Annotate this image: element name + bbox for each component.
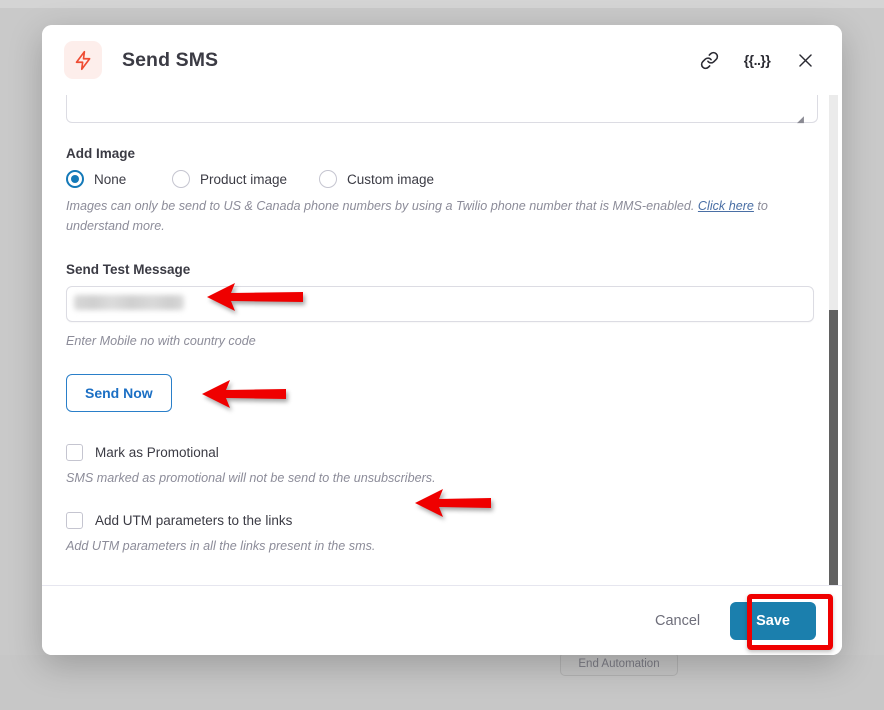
radio-circle-none [66,170,84,188]
sms-message-textarea[interactable] [66,95,818,123]
cancel-button[interactable]: Cancel [651,607,704,635]
backdrop-lower-panel [0,655,884,710]
modal-header: Send SMS {{..}} [42,25,842,95]
close-icon[interactable] [792,47,818,73]
add-image-helper-text: Images can only be send to US & Canada p… [66,197,811,236]
send-test-message-section: Send Test Message Enter Mobile no with c… [66,262,818,352]
add-utm-parameters-checkbox-row[interactable]: Add UTM parameters to the links [66,512,818,530]
send-now-section: Send Now [66,373,818,412]
radio-option-custom-image[interactable]: Custom image [319,170,434,188]
utm-section: Add UTM parameters to the links Add UTM … [66,512,818,557]
utm-helper-text: Add UTM parameters in all the links pres… [66,539,376,554]
merge-tag-icon[interactable]: {{..}} [743,47,771,73]
click-here-link[interactable]: Click here [698,199,754,213]
body-scrollbar-thumb[interactable] [829,310,838,585]
mark-as-promotional-checkbox [66,443,83,461]
add-image-helper-prefix: Images can only be send to US & Canada p… [66,199,698,213]
promotional-helper-text: SMS marked as promotional will not be se… [66,470,436,485]
radio-label-custom-image: Custom image [347,171,435,187]
mark-as-promotional-label: Mark as Promotional [95,444,219,460]
send-now-button[interactable]: Send Now [66,373,172,412]
radio-option-none[interactable]: None [66,170,172,188]
header-actions: {{..}} [696,47,818,73]
textarea-resize-handle[interactable]: ◢ [797,115,806,124]
radio-label-product-image: Product image [200,171,288,187]
radio-label-none: None [94,171,127,187]
lightning-bolt-icon [64,41,102,79]
radio-option-product-image[interactable]: Product image [172,170,319,188]
add-image-radio-group: None Product image Custom image [66,170,818,188]
add-image-section: Add Image None Product image Custom imag… [66,146,818,236]
add-utm-parameters-label: Add UTM parameters to the links [95,513,293,529]
test-phone-input[interactable] [66,286,814,323]
modal-footer: Cancel Save [42,585,842,655]
modal-body: ◢ Add Image None Product image Custom im… [42,95,842,585]
add-utm-parameters-checkbox [66,512,83,530]
add-image-label: Add Image [66,146,136,161]
background-node-end-automation[interactable]: End Automation [560,652,678,676]
radio-circle-product-image [172,170,190,188]
page-title: Send SMS [122,48,219,71]
save-button[interactable]: Save [730,601,816,640]
merge-tag-icon-label: {{..}} [743,52,771,68]
test-phone-input-wrap [66,286,818,323]
send-sms-modal: Send SMS {{..}} ◢ Add Image None Product… [42,25,842,655]
mark-as-promotional-checkbox-row[interactable]: Mark as Promotional [66,443,818,461]
test-phone-helper-text: Enter Mobile no with country code [66,334,256,349]
radio-circle-custom-image [319,170,337,188]
link-icon[interactable] [696,47,722,73]
promotional-section: Mark as Promotional SMS marked as promot… [66,443,818,489]
send-test-message-label: Send Test Message [66,262,191,278]
backdrop-top-strip [0,0,884,8]
